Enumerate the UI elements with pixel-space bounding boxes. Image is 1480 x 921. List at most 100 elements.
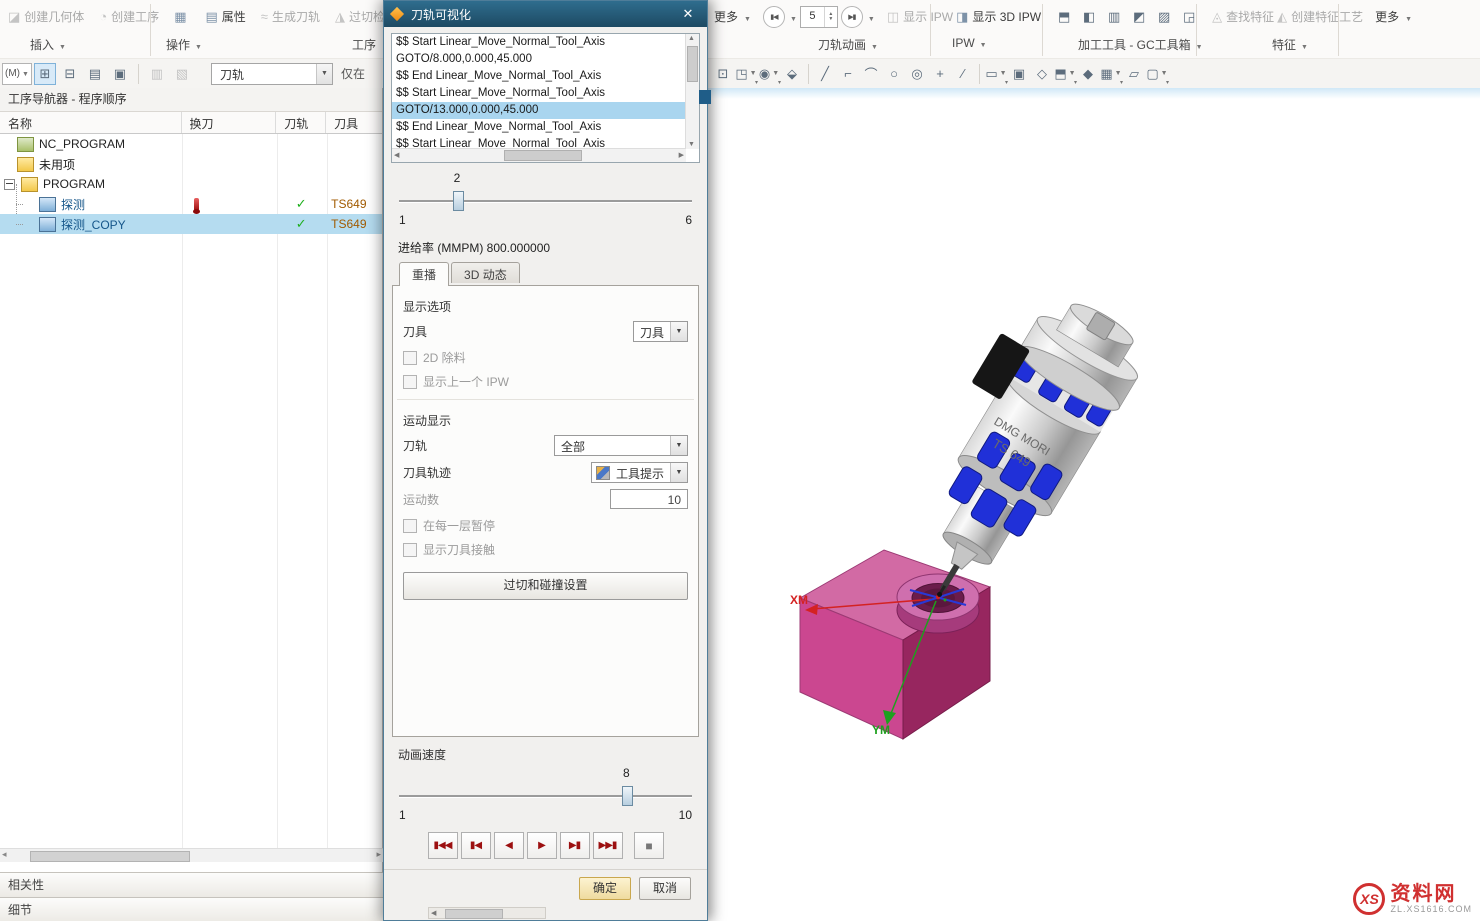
ribbon-tool-icon-1[interactable]: ⬒ bbox=[1053, 6, 1075, 28]
details-panel-header[interactable]: 细节 bbox=[0, 897, 383, 921]
vertical-scrollbar[interactable] bbox=[685, 34, 699, 149]
dialog-tab[interactable]: 3D 动态 bbox=[451, 262, 520, 283]
group-actions[interactable]: 操作 bbox=[166, 36, 202, 53]
scrollbar-thumb[interactable] bbox=[504, 150, 582, 161]
scrollbar-thumb[interactable] bbox=[445, 909, 503, 919]
column-header-toolpath[interactable]: 刀轨 bbox=[276, 112, 326, 133]
play-to-end-button[interactable]: ▶▶▮ bbox=[593, 832, 623, 859]
replay-to-start-button[interactable]: ▮◀ bbox=[763, 6, 785, 28]
stop-button[interactable]: ■ bbox=[634, 832, 664, 859]
panel-handle[interactable] bbox=[699, 90, 711, 104]
dialog-titlebar[interactable]: 刀轨可视化 bbox=[384, 1, 707, 27]
column-header-toolchange[interactable]: 换刀 bbox=[182, 112, 277, 133]
nav-extra-icon-2[interactable]: ▧ bbox=[171, 63, 193, 85]
sketch-icon[interactable]: ◇ bbox=[1031, 63, 1053, 85]
find-feature-button[interactable]: ◬ 查找特征 bbox=[1212, 8, 1274, 25]
tree-row[interactable]: NC_PROGRAM bbox=[0, 134, 382, 154]
concentric-tool-icon[interactable]: ◎ bbox=[906, 63, 928, 85]
point-tool-icon[interactable]: + bbox=[929, 63, 951, 85]
replay-step-spinner[interactable]: 5 bbox=[800, 6, 838, 28]
show-last-ipw-checkbox[interactable]: 显示上一个 IPW bbox=[403, 373, 688, 390]
more-button-left[interactable]: 更多 bbox=[714, 8, 751, 25]
grid-icon[interactable]: ▦ bbox=[1100, 63, 1122, 85]
create-feature-process-button[interactable]: ◭ 创建特征工艺 bbox=[1277, 8, 1363, 25]
navigator-horizontal-scrollbar[interactable] bbox=[0, 848, 383, 862]
snap-point-icon[interactable]: ◆ bbox=[1077, 63, 1099, 85]
group-feature[interactable]: 特征 bbox=[1272, 36, 1308, 53]
tool-dropdown[interactable]: 刀具 bbox=[633, 321, 688, 342]
tree-row[interactable]: 探测_COPY TS649 bbox=[0, 214, 382, 234]
geometry-view-icon[interactable]: ▤ bbox=[84, 63, 106, 85]
ribbon-tool-icon-2[interactable]: ◧ bbox=[1078, 6, 1100, 28]
tool-trace-dropdown[interactable]: 工具提示 bbox=[591, 462, 688, 483]
motion-count-input[interactable]: 10 bbox=[610, 489, 688, 509]
dialog-tab[interactable]: 重播 bbox=[399, 262, 449, 286]
gcode-line[interactable]: $$ End Linear_Move_Normal_Tool_Axis bbox=[392, 68, 686, 85]
tree-row[interactable]: 未用项 bbox=[0, 154, 382, 174]
horizontal-scrollbar[interactable] bbox=[392, 148, 686, 162]
show-3d-ipw-button[interactable]: ◨ 显示 3D IPW bbox=[956, 8, 1041, 25]
mode-combo[interactable]: (M) bbox=[2, 63, 32, 85]
expand-toggle-icon[interactable] bbox=[25, 218, 37, 230]
ok-button[interactable]: 确定 bbox=[579, 877, 631, 900]
2d-material-removal-checkbox[interactable]: 2D 除料 bbox=[403, 349, 688, 366]
program-order-view-icon[interactable]: ⊞ bbox=[34, 63, 56, 85]
scrollbar-thumb[interactable] bbox=[30, 851, 190, 862]
generate-toolpath-button[interactable]: ≈ 生成刀轨 bbox=[261, 8, 320, 25]
group-gc-toolbox[interactable]: 加工工具 - GC工具箱 bbox=[1078, 36, 1203, 53]
nav-extra-icon-1[interactable]: ▥ bbox=[146, 63, 168, 85]
slider-track[interactable] bbox=[399, 200, 692, 203]
tree-row[interactable]: PROGRAM bbox=[0, 174, 382, 194]
group-toolpath-animation[interactable]: 刀轨动画 bbox=[818, 36, 878, 53]
render-style-icon[interactable]: ◉ bbox=[758, 63, 780, 85]
create-geometry-button[interactable]: ◪ 创建几何体 bbox=[8, 8, 84, 25]
toolpath-display-dropdown[interactable]: 全部 bbox=[554, 435, 688, 456]
toolpath-filter-combo[interactable]: 刀轨 bbox=[211, 63, 333, 85]
gcode-listbox[interactable]: $$ Start Linear_Move_Normal_Tool_AxisGOT… bbox=[391, 33, 700, 163]
group-ipw[interactable]: IPW bbox=[952, 36, 987, 50]
expand-toggle-icon[interactable] bbox=[3, 138, 15, 150]
gouge-collision-settings-button[interactable]: 过切和碰撞设置 bbox=[403, 572, 688, 600]
group-insert[interactable]: 插入 bbox=[30, 36, 66, 53]
expand-toggle-icon[interactable] bbox=[25, 198, 37, 210]
toolbar-separator[interactable] bbox=[979, 64, 980, 84]
ribbon-tool-icon-3[interactable]: ▥ bbox=[1103, 6, 1125, 28]
datum-plane-icon[interactable]: ▣ bbox=[1008, 63, 1030, 85]
workpiece-block[interactable] bbox=[800, 550, 990, 739]
slider-thumb[interactable] bbox=[453, 191, 464, 211]
gcode-line[interactable]: $$ Start Linear_Move_Normal_Tool_Axis bbox=[392, 34, 686, 51]
step-forward-button[interactable]: ▶▮ bbox=[560, 832, 590, 859]
dependencies-panel-header[interactable]: 相关性 bbox=[0, 872, 383, 897]
scrollbar-thumb[interactable] bbox=[687, 46, 698, 82]
column-header-name[interactable]: 名称 bbox=[0, 112, 182, 133]
spinner-arrows-icon[interactable] bbox=[824, 7, 837, 27]
pan-icon[interactable]: ▱ bbox=[1123, 63, 1145, 85]
play-backward-button[interactable]: ◀ bbox=[494, 832, 524, 859]
toolbar-separator[interactable] bbox=[808, 64, 809, 84]
step-back-button[interactable]: ▮◀ bbox=[461, 832, 491, 859]
slider-thumb[interactable] bbox=[622, 786, 633, 806]
replay-to-end-button[interactable]: ▶▮ bbox=[841, 6, 863, 28]
gcode-line[interactable]: GOTO/13.000,0.000,45.000 bbox=[392, 102, 686, 119]
expand-toggle-icon[interactable] bbox=[4, 179, 15, 190]
group-operation[interactable]: 工序 bbox=[352, 36, 376, 53]
show-tool-contact-checkbox[interactable]: 显示刀具接触 bbox=[403, 541, 688, 558]
checkerboard-button[interactable]: ▦ bbox=[174, 9, 190, 25]
slider-track[interactable] bbox=[399, 795, 692, 798]
toolbar-separator[interactable] bbox=[138, 64, 139, 84]
slant-line-icon[interactable]: ∕ bbox=[952, 63, 974, 85]
method-view-icon[interactable]: ▣ bbox=[109, 63, 131, 85]
gcode-line[interactable]: $$ Start Linear_Move_Normal_Tool_Axis bbox=[392, 85, 686, 102]
show-ipw-button[interactable]: ◫ 显示 IPW bbox=[887, 8, 953, 25]
dialog-scrollbar[interactable] bbox=[428, 907, 546, 919]
expand-toggle-icon[interactable] bbox=[3, 158, 15, 170]
machine-view-icon[interactable]: ⊟ bbox=[59, 63, 81, 85]
ribbon-tool-icon-5[interactable]: ▨ bbox=[1153, 6, 1175, 28]
line-tool-icon[interactable]: ╱ bbox=[814, 63, 836, 85]
selection-scope-icon[interactable]: ⊡ bbox=[712, 63, 734, 85]
cancel-button[interactable]: 取消 bbox=[639, 877, 691, 900]
window-icon[interactable]: ▢ bbox=[1146, 63, 1168, 85]
arc-tool-icon[interactable]: ⌒ bbox=[860, 63, 882, 85]
view-orientation-icon[interactable]: ◳ bbox=[735, 63, 757, 85]
close-icon[interactable] bbox=[677, 6, 699, 22]
